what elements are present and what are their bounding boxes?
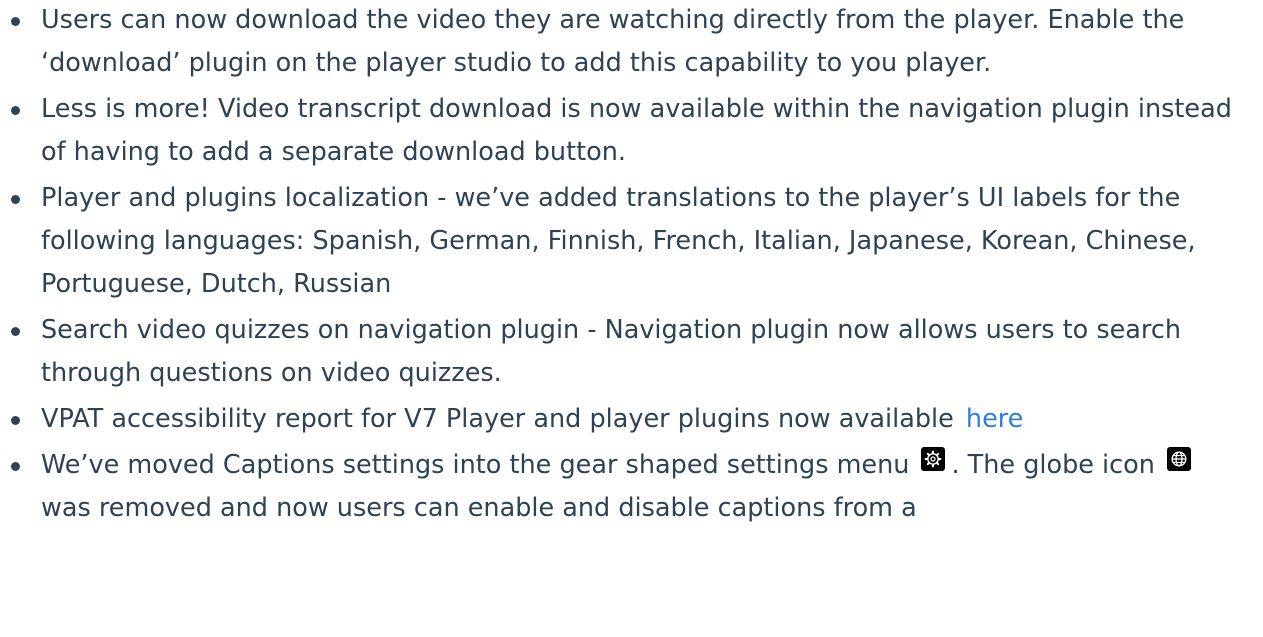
list-item-text: was removed and now users can enable and… xyxy=(41,493,917,523)
list-item-text: Player and plugins localization - we’ve … xyxy=(41,183,1196,299)
gear-icon xyxy=(921,447,946,471)
release-notes-list: Users can now download the video they ar… xyxy=(0,0,1263,533)
bullet-icon xyxy=(11,327,20,336)
bullet-icon xyxy=(11,195,20,204)
bullet-icon xyxy=(11,416,20,425)
list-item: Search video quizzes on navigation plugi… xyxy=(0,309,1263,395)
list-item-text: Less is more! Video transcript download … xyxy=(41,94,1232,167)
bullet-icon xyxy=(11,462,20,471)
list-item: We’ve moved Captions settings into the g… xyxy=(0,444,1263,530)
list-item-text: . The globe icon xyxy=(951,450,1155,480)
list-item-text: Users can now download the video they ar… xyxy=(41,5,1185,78)
list-item: Users can now download the video they ar… xyxy=(0,0,1263,85)
bullet-icon xyxy=(11,106,20,115)
list-item-text: We’ve moved Captions settings into the g… xyxy=(41,450,910,480)
list-item: Less is more! Video transcript download … xyxy=(0,88,1263,174)
bullet-icon xyxy=(11,17,20,26)
list-item-text: Search video quizzes on navigation plugi… xyxy=(41,315,1182,388)
globe-icon xyxy=(1166,447,1191,471)
list-item-text: VPAT accessibility report for V7 Player … xyxy=(41,404,954,434)
vpat-report-link[interactable]: here xyxy=(966,404,1023,434)
list-item: VPAT accessibility report for V7 Player … xyxy=(0,398,1263,441)
list-item: Player and plugins localization - we’ve … xyxy=(0,177,1263,306)
